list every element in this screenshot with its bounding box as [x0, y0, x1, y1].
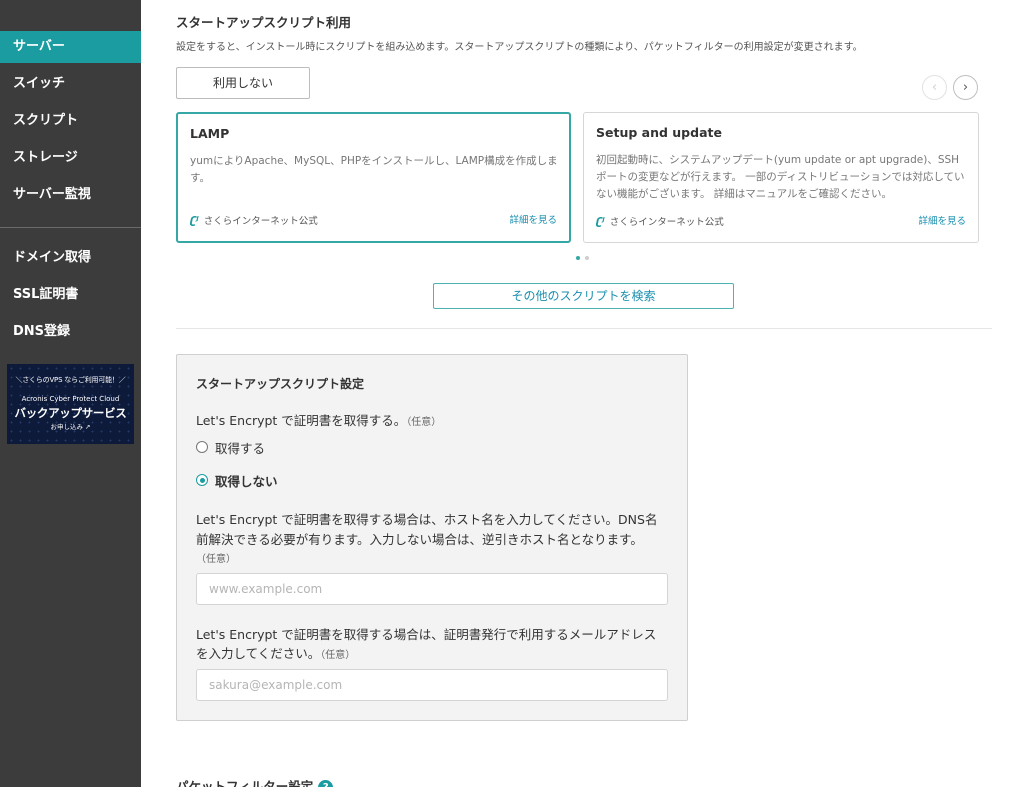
packet-filter-title-text: パケットフィルター設定 [176, 779, 314, 787]
search-scripts-button[interactable]: その他のスクリプトを検索 [433, 283, 734, 309]
letsencrypt-question-text: Let's Encrypt で証明書を取得する。 [196, 413, 407, 428]
radio-get-cert-label[interactable]: 取得する [215, 438, 265, 457]
optional-tag: （任意） [196, 554, 236, 565]
backup-service-banner[interactable]: ＼さくらのVPS ならご利用可能！／ Acronis Cyber Protect… [7, 364, 134, 444]
sidebar-item-server[interactable]: サーバー [0, 31, 141, 63]
chevron-right-icon: › [962, 80, 969, 95]
script-card-title: Setup and update [596, 125, 722, 140]
settings-panel-title: スタートアップスクリプト設定 [196, 377, 365, 391]
carousel-dot-1[interactable] [576, 256, 580, 260]
chevron-left-icon: ‹ [931, 80, 938, 95]
hostname-input[interactable] [196, 573, 668, 605]
script-card-vendor: ʗʲ さくらインターネット公式 [190, 213, 318, 227]
vendor-name: さくらインターネット公式 [609, 217, 724, 228]
sidebar-item-server-monitoring[interactable]: サーバー監視 [0, 179, 141, 211]
vendor-name: さくらインターネット公式 [203, 216, 318, 227]
no-script-button[interactable]: 利用しない [176, 67, 310, 99]
carousel-next-button[interactable]: › [953, 75, 978, 100]
sidebar: サーバー スイッチ スクリプト ストレージ サーバー監視 ドメイン取得 SSL証… [0, 0, 141, 787]
email-instruction-line2: を入力してください。（任意） [196, 643, 355, 666]
script-card-details-link[interactable]: 詳細を見る [918, 213, 966, 227]
startup-section-title: スタートアップスクリプト利用 [176, 15, 352, 30]
script-card-setup-update[interactable]: Setup and update 初回起動時に、システムアップデート(yum u… [583, 112, 979, 243]
banner-tagline: ＼さくらのVPS ならご利用可能！／ [15, 376, 126, 384]
email-input[interactable] [196, 669, 668, 701]
sidebar-divider [0, 227, 141, 228]
script-card-description: 初回起動時に、システムアップデート(yum update or apt upgr… [596, 154, 965, 200]
script-card-description: yumによりApache、MySQL、PHPをインストールし、LAMP構成を作成… [190, 155, 558, 184]
banner-cta: お申し込み ↗ [50, 423, 91, 431]
hostname-instruction-line1: Let's Encrypt で証明書を取得する場合は、ホスト名を入力してください… [196, 512, 658, 527]
letsencrypt-question: Let's Encrypt で証明書を取得する。（任意） [196, 410, 441, 433]
script-card-details-link[interactable]: 詳細を見る [509, 212, 557, 226]
optional-tag: （任意） [406, 417, 442, 428]
hostname-optional: （任意） [196, 547, 236, 570]
radio-no-cert-label[interactable]: 取得しない [215, 471, 278, 490]
sidebar-item-storage[interactable]: ストレージ [0, 142, 141, 174]
hostname-instruction-line2: 前解決できる必要が有ります。入力しない場合は、逆引きホスト名となります。 [196, 532, 643, 547]
banner-product: Acronis Cyber Protect Cloud [21, 395, 120, 403]
carousel-prev-button[interactable]: ‹ [922, 75, 947, 100]
radio-get-cert[interactable] [196, 441, 208, 453]
carousel-dot-2[interactable] [585, 256, 589, 260]
script-card-vendor: ʗʲ さくらインターネット公式 [596, 214, 724, 228]
sidebar-item-dns[interactable]: DNS登録 [0, 316, 141, 348]
sakura-logo-icon: ʗʲ [596, 215, 605, 228]
banner-headline: バックアップサービス [14, 406, 127, 420]
sidebar-item-ssl[interactable]: SSL証明書 [0, 279, 141, 311]
radio-no-cert[interactable] [196, 474, 208, 486]
sidebar-item-domain[interactable]: ドメイン取得 [0, 242, 141, 274]
sakura-logo-icon: ʗʲ [190, 214, 199, 227]
sidebar-item-switch[interactable]: スイッチ [0, 68, 141, 100]
email-instruction-text: を入力してください。 [196, 646, 321, 661]
sidebar-item-script[interactable]: スクリプト [0, 105, 141, 137]
email-instruction-line1: Let's Encrypt で証明書を取得する場合は、証明書発行で利用するメール… [196, 627, 657, 642]
script-card-lamp[interactable]: LAMP yumによりApache、MySQL、PHPをインストールし、LAMP… [176, 112, 571, 243]
section-divider [176, 328, 992, 329]
optional-tag: （任意） [320, 650, 356, 661]
help-icon[interactable]: ? [318, 780, 334, 787]
packet-filter-title: パケットフィルター設定? [176, 776, 334, 787]
startup-description: 設定をすると、インストール時にスクリプトを組み込めます。スタートアップスクリプト… [176, 42, 863, 53]
script-card-title: LAMP [190, 126, 230, 141]
